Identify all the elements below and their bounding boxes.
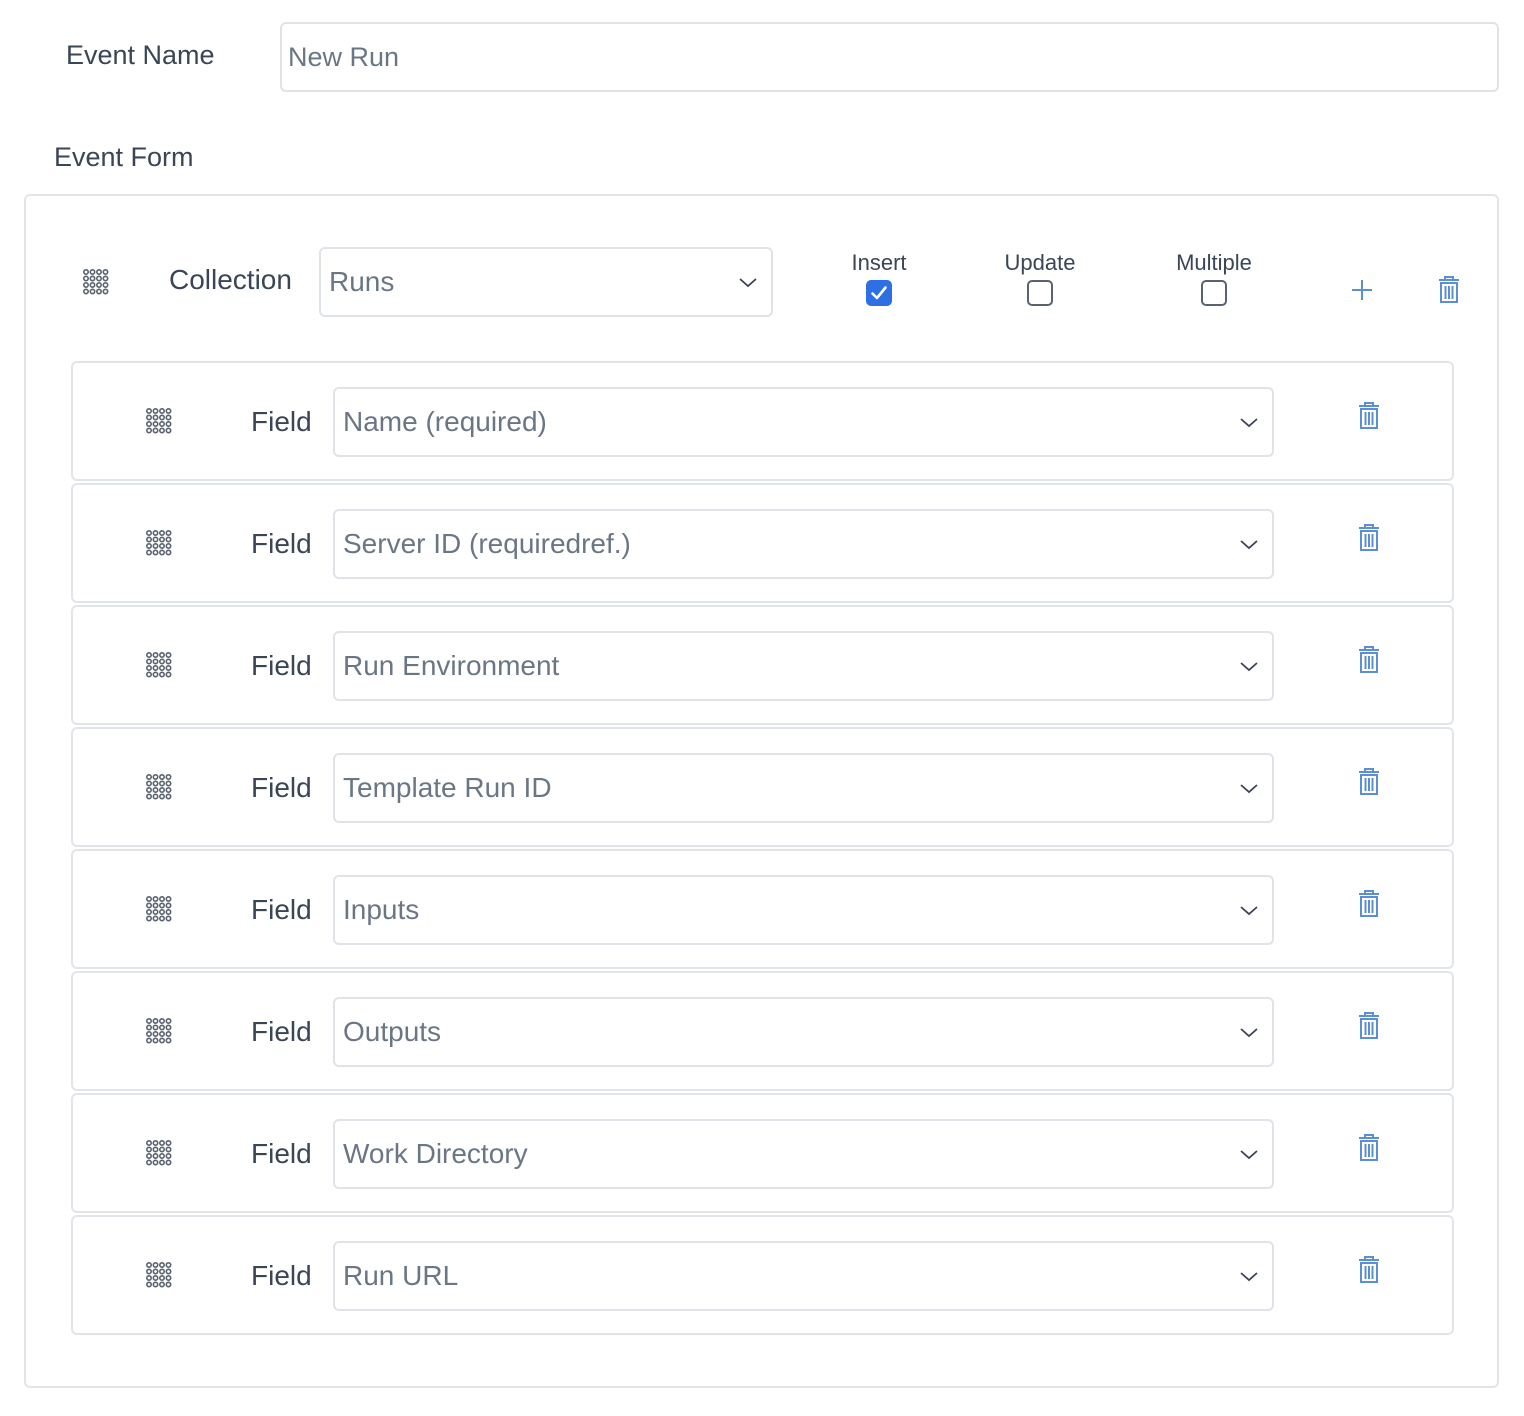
chevron-down-icon: [1240, 1272, 1258, 1282]
field-select-value: Server ID (requiredref.): [343, 528, 631, 559]
field-select-value: Template Run ID: [343, 772, 552, 803]
field-select-value: Run Environment: [343, 650, 560, 681]
field-row: Field Work Directory: [71, 1093, 1454, 1213]
multiple-checkbox[interactable]: [1201, 280, 1227, 306]
field-select-value: Outputs: [343, 1016, 442, 1047]
drag-handle-icon[interactable]: [144, 651, 172, 679]
drag-handle-icon[interactable]: [144, 529, 172, 557]
chevron-down-icon: [1240, 662, 1258, 672]
field-select-value: Name (required): [343, 406, 547, 437]
multiple-label: Multiple: [1176, 250, 1252, 275]
drag-handle-icon[interactable]: [144, 1139, 172, 1167]
update-label: Update: [1004, 250, 1076, 275]
drag-handle-icon[interactable]: [144, 895, 172, 923]
field-select-value: Run URL: [343, 1260, 459, 1291]
chevron-down-icon: [739, 278, 757, 288]
chevron-down-icon: [1240, 1150, 1258, 1160]
field-label: Field: [251, 1260, 312, 1291]
chevron-down-icon: [1240, 906, 1258, 916]
multiple-option: Multiple: [1166, 250, 1262, 306]
insert-label: Insert: [851, 250, 907, 275]
field-row: Field Name (required): [71, 361, 1454, 481]
field-select[interactable]: Run URL: [333, 1241, 1274, 1311]
chevron-down-icon: [1240, 540, 1258, 550]
field-row: Field Outputs: [71, 971, 1454, 1091]
collection-label: Collection: [169, 264, 292, 295]
field-label: Field: [251, 894, 312, 925]
update-option: Update: [1000, 250, 1080, 306]
field-select[interactable]: Inputs: [333, 875, 1274, 945]
trash-icon[interactable]: [1356, 767, 1384, 797]
field-label: Field: [251, 1016, 312, 1047]
trash-icon[interactable]: [1436, 275, 1464, 305]
drag-handle-icon[interactable]: [144, 773, 172, 801]
trash-icon[interactable]: [1356, 1011, 1384, 1041]
update-checkbox[interactable]: [1027, 280, 1053, 306]
collection-select-value: Runs: [329, 266, 395, 297]
field-label: Field: [251, 528, 312, 559]
chevron-down-icon: [1240, 1028, 1258, 1038]
field-row: Field Run URL: [71, 1215, 1454, 1335]
event-name-input[interactable]: [280, 22, 1499, 92]
event-name-label: Event Name: [66, 40, 215, 70]
drag-handle-icon[interactable]: [81, 268, 109, 296]
collection-select[interactable]: Runs: [319, 247, 773, 317]
drag-handle-icon[interactable]: [144, 407, 172, 435]
field-row: Field Server ID (requiredref.): [71, 483, 1454, 603]
trash-icon[interactable]: [1356, 645, 1384, 675]
field-select[interactable]: Server ID (requiredref.): [333, 509, 1274, 579]
field-label: Field: [251, 1138, 312, 1169]
chevron-down-icon: [1240, 418, 1258, 428]
field-row: Field Run Environment: [71, 605, 1454, 725]
field-select-value: Inputs: [343, 894, 420, 925]
trash-icon[interactable]: [1356, 523, 1384, 553]
trash-icon[interactable]: [1356, 1255, 1384, 1285]
insert-checkbox[interactable]: [866, 280, 892, 306]
field-select[interactable]: Run Environment: [333, 631, 1274, 701]
trash-icon[interactable]: [1356, 889, 1384, 919]
field-row: Field Inputs: [71, 849, 1454, 969]
chevron-down-icon: [1240, 784, 1258, 794]
field-select[interactable]: Outputs: [333, 997, 1274, 1067]
field-label: Field: [251, 772, 312, 803]
field-label: Field: [251, 406, 312, 437]
field-row: Field Template Run ID: [71, 727, 1454, 847]
event-form-label: Event Form: [54, 142, 194, 172]
trash-icon[interactable]: [1356, 401, 1384, 431]
field-select[interactable]: Work Directory: [333, 1119, 1274, 1189]
drag-handle-icon[interactable]: [144, 1261, 172, 1289]
field-label: Field: [251, 650, 312, 681]
insert-option: Insert: [839, 250, 919, 306]
drag-handle-icon[interactable]: [144, 1017, 172, 1045]
field-select-value: Work Directory: [343, 1138, 528, 1169]
plus-icon[interactable]: [1348, 276, 1376, 306]
trash-icon[interactable]: [1356, 1133, 1384, 1163]
check-icon: [871, 286, 887, 300]
field-select[interactable]: Name (required): [333, 387, 1274, 457]
event-form-panel: Collection Runs Insert Update Multiple F…: [24, 194, 1499, 1388]
field-select[interactable]: Template Run ID: [333, 753, 1274, 823]
